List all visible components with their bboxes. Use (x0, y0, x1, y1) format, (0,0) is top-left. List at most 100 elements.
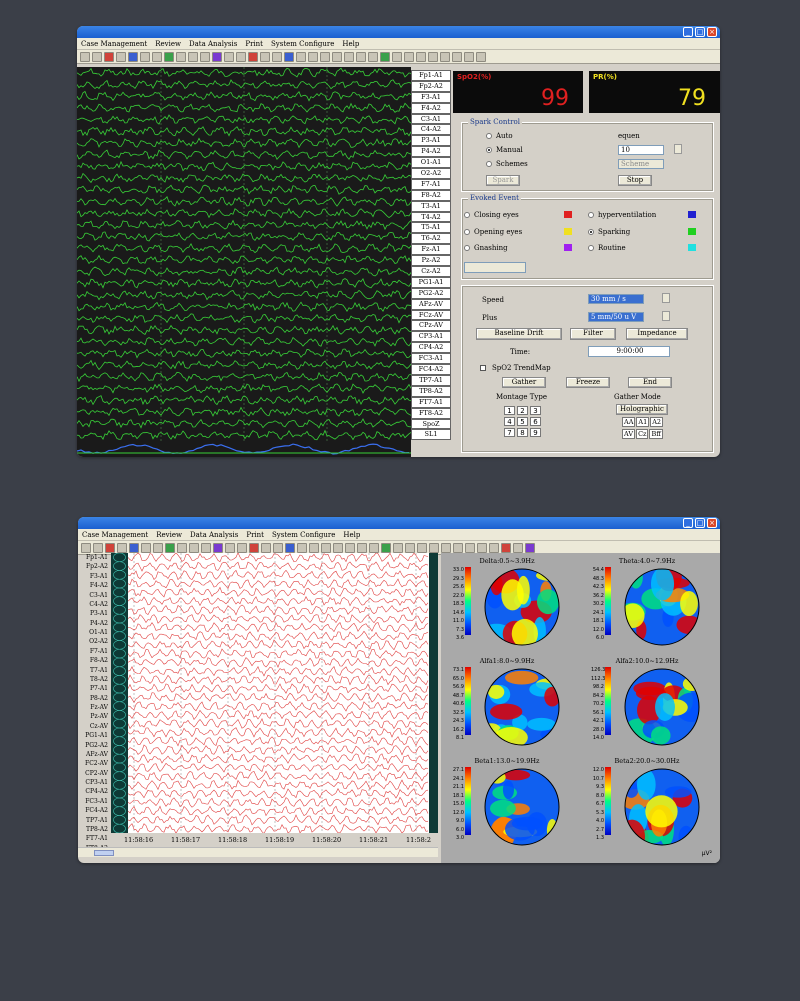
toolbar-button[interactable] (141, 542, 151, 553)
radio-hyperventilation[interactable]: hyperventilation (588, 211, 656, 219)
toolbar-button[interactable] (200, 51, 210, 62)
window-titlebar[interactable]: _ □ × (77, 26, 720, 38)
channel-label[interactable]: Fz-A1 (411, 244, 451, 256)
toolbar-button[interactable] (81, 542, 91, 553)
channel-label[interactable]: T6-A2 (411, 233, 451, 245)
menu-item[interactable]: Review (156, 531, 182, 539)
toolbar-button[interactable] (344, 51, 354, 62)
toolbar-button[interactable] (140, 51, 150, 62)
toolbar-button[interactable] (465, 542, 475, 553)
plus-field[interactable]: 5 mm/50 u V (588, 312, 644, 322)
menu-item[interactable]: Review (155, 40, 181, 48)
toolbar-button[interactable] (297, 542, 307, 553)
channel-label[interactable]: Fp1-A1 (411, 70, 451, 81)
menu-item[interactable]: Case Management (81, 40, 147, 48)
montage-button[interactable]: 7 (504, 428, 515, 437)
plus-spinner[interactable] (662, 311, 670, 321)
channel-label[interactable]: AFz-AV (411, 298, 451, 310)
toolbar-button[interactable] (296, 51, 306, 62)
menu-item[interactable]: Data Analysis (190, 531, 238, 539)
toolbar-button[interactable] (285, 542, 295, 553)
channel-label[interactable]: SL1 (411, 429, 451, 441)
gather-mode-button[interactable]: A2 (650, 417, 664, 427)
maximize-icon[interactable]: □ (695, 518, 705, 528)
impedance-button[interactable]: Impedance (626, 328, 688, 340)
toolbar-button[interactable] (93, 542, 103, 553)
toolbar-button[interactable] (321, 542, 331, 553)
toolbar-button[interactable] (369, 542, 379, 553)
montage-button[interactable]: 3 (530, 406, 541, 415)
toolbar-button[interactable] (513, 542, 523, 553)
gather-mode-button[interactable]: A1 (636, 417, 650, 427)
menu-item[interactable]: Data Analysis (189, 40, 237, 48)
channel-label[interactable]: TP8-A2 (411, 385, 451, 397)
toolbar-button[interactable] (393, 542, 403, 553)
toolbar-button[interactable] (117, 542, 127, 553)
toolbar-button[interactable] (225, 542, 235, 553)
toolbar-button[interactable] (165, 542, 175, 553)
toolbar-button[interactable] (284, 51, 294, 62)
channel-label[interactable]: F7-A1 (411, 178, 451, 190)
toolbar-button[interactable] (188, 51, 198, 62)
montage-button[interactable]: 5 (517, 417, 528, 426)
toolbar-button[interactable] (357, 542, 367, 553)
toolbar-button[interactable] (105, 542, 115, 553)
toolbar-button[interactable] (380, 51, 390, 62)
toolbar-button[interactable] (248, 51, 258, 62)
radio-routine[interactable]: Routine (588, 244, 626, 252)
toolbar-button[interactable] (308, 51, 318, 62)
channel-label[interactable]: O2-A2 (411, 168, 451, 179)
toolbar-button[interactable] (453, 542, 463, 553)
toolbar-button[interactable] (177, 542, 187, 553)
toolbar-button[interactable] (345, 542, 355, 553)
toolbar-button[interactable] (152, 51, 162, 62)
toolbar-button[interactable] (212, 51, 222, 62)
menu-item[interactable]: Print (246, 531, 264, 539)
equen-field[interactable]: 10 (618, 145, 664, 155)
channel-label[interactable]: TP7-A1 (411, 374, 451, 386)
channel-label[interactable]: C4-A2 (411, 124, 451, 136)
toolbar-button[interactable] (428, 51, 438, 62)
toolbar-button[interactable] (489, 542, 499, 553)
channel-label[interactable]: T5-A1 (411, 222, 451, 234)
channel-label[interactable]: O1-A1 (411, 157, 451, 169)
event-select[interactable] (464, 262, 526, 273)
spo2-trendmap-checkbox[interactable] (480, 365, 486, 371)
toolbar-button[interactable] (237, 542, 247, 553)
channel-label[interactable]: PG2-A2 (411, 287, 451, 299)
toolbar-button[interactable] (92, 51, 102, 62)
channel-label[interactable]: CP4-A2 (411, 342, 451, 354)
holographic-button[interactable]: Holographic (616, 404, 668, 415)
toolbar-button[interactable] (213, 542, 223, 553)
menu-item[interactable]: System Configure (272, 531, 335, 539)
toolbar-button[interactable] (128, 51, 138, 62)
toolbar-button[interactable] (417, 542, 427, 553)
radio-closing-eyes[interactable]: Closing eyes (464, 211, 519, 219)
channel-label[interactable]: FCz-AV (411, 309, 451, 321)
minimize-icon[interactable]: _ (683, 27, 693, 37)
toolbar-button[interactable] (176, 51, 186, 62)
freeze-button[interactable]: Freeze (566, 377, 610, 388)
channel-label[interactable]: PG1-A1 (411, 276, 451, 288)
maximize-icon[interactable]: □ (695, 27, 705, 37)
toolbar-button[interactable] (189, 542, 199, 553)
window-titlebar[interactable]: _ □ × (78, 517, 720, 529)
toolbar-button[interactable] (356, 51, 366, 62)
radio-manual[interactable]: Manual (486, 146, 523, 154)
toolbar-button[interactable] (416, 51, 426, 62)
toolbar-button[interactable] (260, 51, 270, 62)
minimize-icon[interactable]: _ (683, 518, 693, 528)
channel-label[interactable]: FT8-A2 (411, 407, 451, 419)
toolbar-button[interactable] (429, 542, 439, 553)
stop-button[interactable]: Stop (618, 175, 652, 186)
channel-label[interactable]: C3-A1 (411, 113, 451, 125)
montage-button[interactable]: 4 (504, 417, 515, 426)
scrollbar-thumb[interactable] (94, 850, 114, 856)
toolbar-button[interactable] (381, 542, 391, 553)
close-icon[interactable]: × (707, 27, 717, 37)
toolbar-button[interactable] (501, 542, 511, 553)
radio-gnashing[interactable]: Gnashing (464, 244, 508, 252)
toolbar-button[interactable] (320, 51, 330, 62)
toolbar-button[interactable] (405, 542, 415, 553)
channel-label[interactable]: Fp2-A2 (411, 80, 451, 92)
